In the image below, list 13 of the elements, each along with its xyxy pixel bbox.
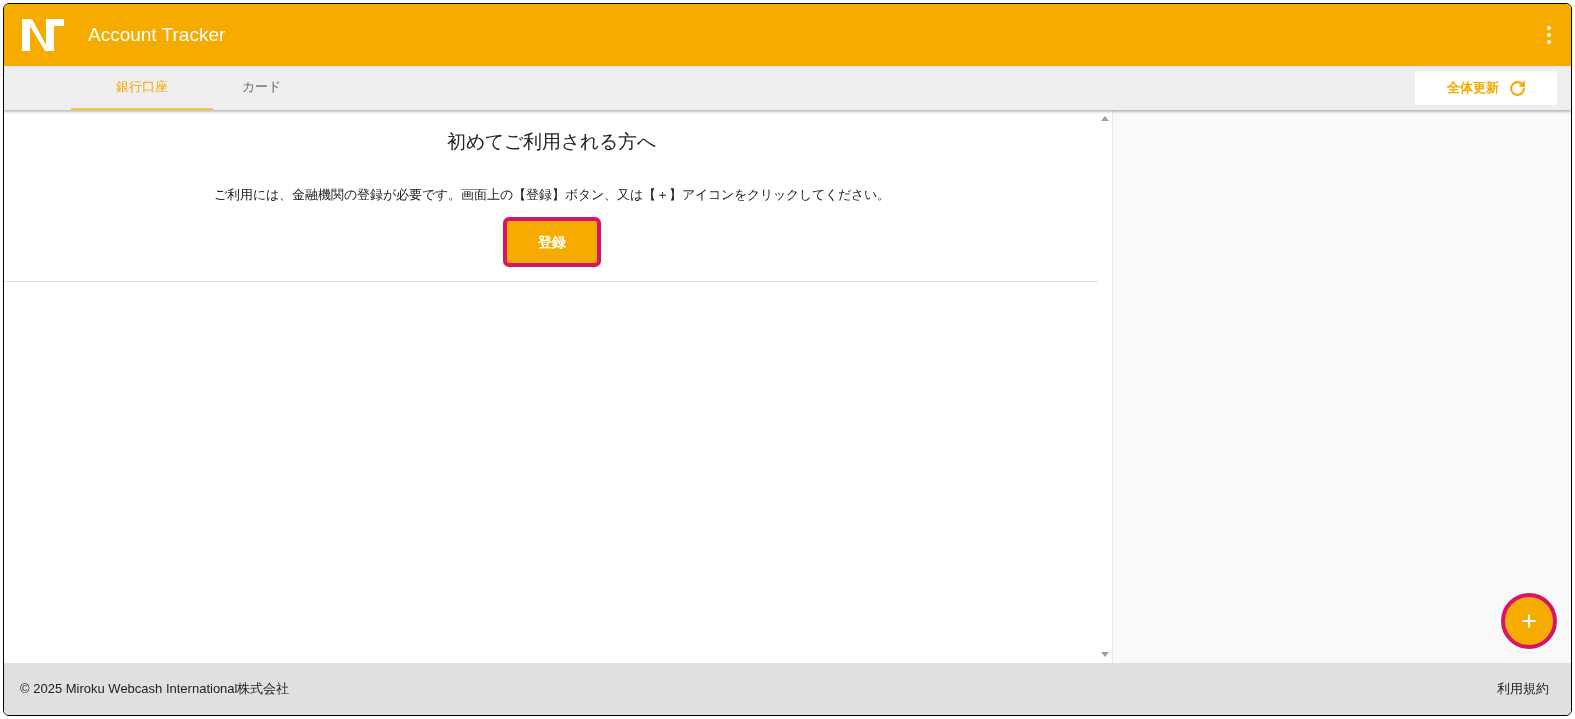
terms-link[interactable]: 利用規約 <box>1497 679 1549 699</box>
copyright-text: © 2025 Miroku Webcash International株式会社 <box>20 680 290 699</box>
refresh-icon <box>1508 79 1526 97</box>
app-title: Account Tracker <box>88 22 226 47</box>
welcome-heading: 初めてご利用される方へ <box>447 130 656 154</box>
register-button[interactable]: 登録 <box>502 217 601 267</box>
welcome-message: ご利用には、金融機関の登録が必要です。画面上の【登録】ボタン、又は【＋】アイコンをクリックしてください。 <box>213 185 890 204</box>
refresh-all-button[interactable]: 全体更新 <box>1415 71 1557 105</box>
plus-icon <box>1519 611 1539 631</box>
tab[interactable]: カード <box>213 66 309 110</box>
tab[interactable]: 銀行口座 <box>71 66 213 110</box>
logo-icon <box>20 17 66 53</box>
add-button[interactable] <box>1501 593 1557 649</box>
